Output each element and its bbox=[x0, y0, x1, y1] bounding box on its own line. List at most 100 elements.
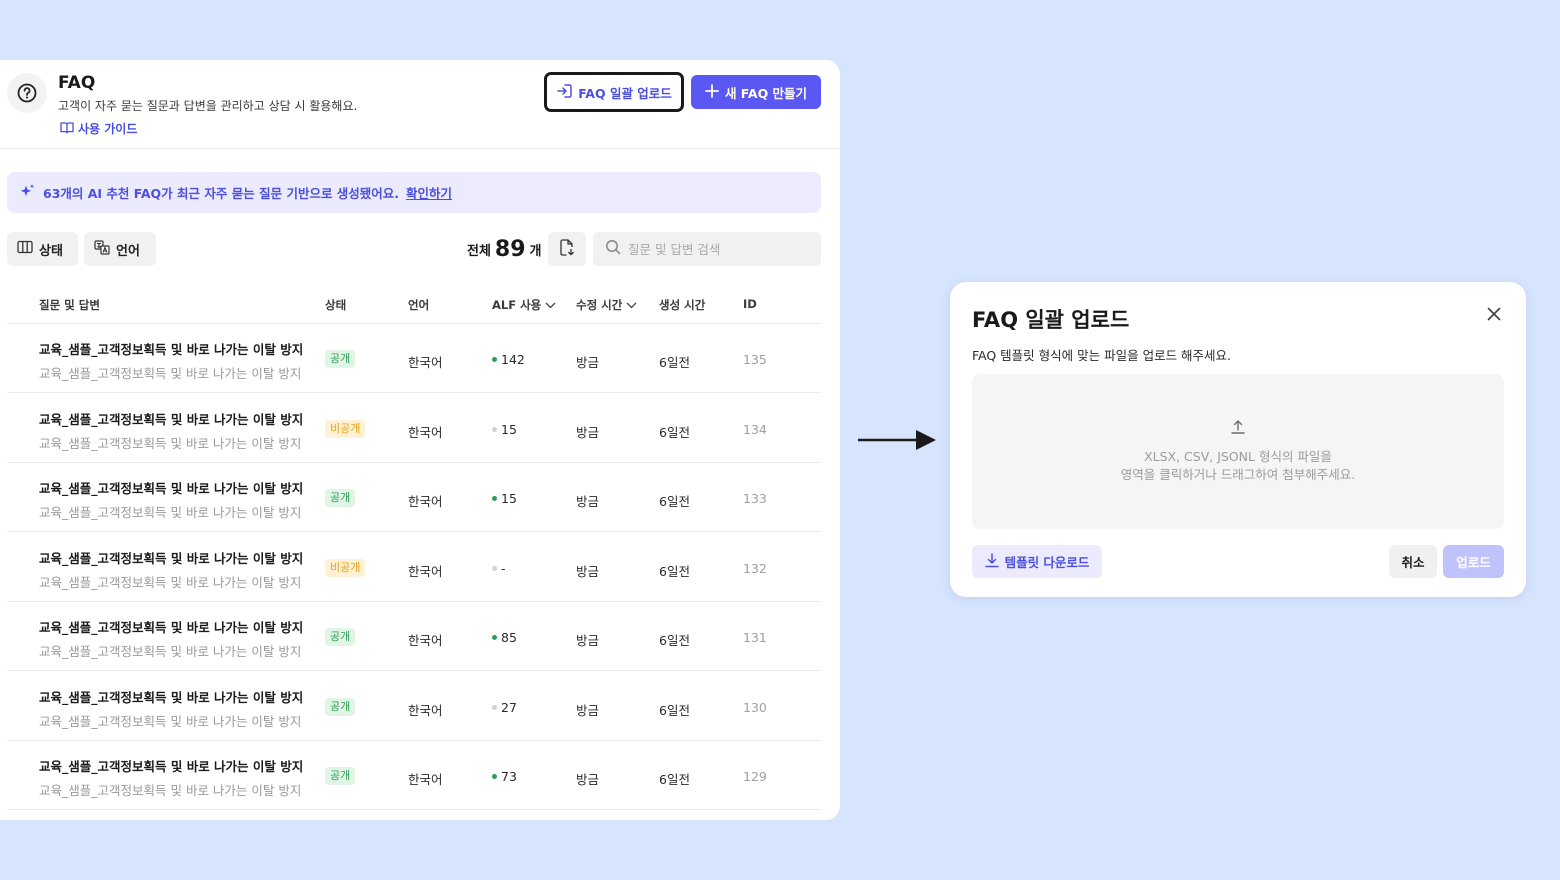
alf-status-dot bbox=[492, 496, 497, 501]
status-badge: 공개 bbox=[325, 767, 356, 785]
faq-id: 135 bbox=[743, 352, 767, 367]
table-row[interactable]: 교육_샘플_고객정보획득 및 바로 나가는 이탈 방지교육_샘플_고객정보획득 … bbox=[7, 602, 821, 671]
alf-status-dot bbox=[492, 774, 497, 779]
faq-id: 134 bbox=[743, 421, 767, 437]
table-row[interactable]: 교육_샘플_고객정보획득 및 바로 나가는 이탈 방지 교육_샘플_고객정보획득 … bbox=[7, 463, 821, 532]
created-time: 6일전 bbox=[659, 424, 690, 440]
alf-usage-count: - bbox=[501, 560, 506, 576]
table-row[interactable]: 교육_샘플_고객정보획득 및 바로 나가는 이탈 방지교육_샘플_고객정보획득 … bbox=[7, 324, 821, 393]
language-filter-button[interactable]: 언어 bbox=[84, 232, 156, 266]
search-icon bbox=[605, 239, 621, 259]
translate-icon bbox=[94, 239, 110, 259]
faq-question: 교육_샘플_고객정보획득 및 바로 나가는 이탈 방지 bbox=[39, 411, 304, 427]
created-time: 6일전 bbox=[659, 772, 690, 787]
status-filter-button[interactable]: 상태 bbox=[7, 232, 78, 266]
faq-language: 한국어 bbox=[408, 772, 443, 787]
modified-time: 방금 bbox=[576, 772, 600, 787]
search-input[interactable] bbox=[628, 241, 808, 257]
upload-button[interactable]: 업로드 bbox=[1443, 545, 1504, 578]
usage-guide-link[interactable]: 사용 가이드 bbox=[60, 120, 137, 137]
column-qa: 질문 및 답변 bbox=[39, 298, 100, 312]
alf-usage: 85 bbox=[492, 630, 517, 645]
page-description: 고객이 자주 묻는 질문과 답변을 관리하고 상담 시 활용해요. bbox=[58, 99, 358, 113]
total-number: 89 bbox=[494, 236, 526, 262]
ai-banner-confirm-link[interactable]: 확인하기 bbox=[406, 183, 452, 202]
alf-status-dot bbox=[492, 565, 497, 571]
file-export-icon bbox=[559, 238, 575, 260]
total-count: 전체 89 개 bbox=[467, 232, 542, 266]
created-time: 6일전 bbox=[659, 563, 690, 579]
book-icon bbox=[60, 121, 74, 137]
faq-question: 교육_샘플_고객정보획득 및 바로 나가는 이탈 방지 bbox=[39, 550, 304, 566]
upload-icon bbox=[1230, 419, 1246, 439]
modified-time: 방금 bbox=[576, 702, 600, 718]
faq-question: 교육_샘플_고객정보획득 및 바로 나가는 이탈 방지 bbox=[39, 689, 304, 705]
faq-answer: 교육_샘플_고객정보획득 및 바로 나가는 이탈 방지 bbox=[39, 366, 302, 381]
faq-id: 130 bbox=[743, 699, 767, 715]
faq-answer: 교육_샘플_고객정보획득 및 바로 나가는 이탈 방지 bbox=[39, 505, 302, 520]
faq-search[interactable] bbox=[593, 232, 821, 266]
faq-answer: 교육_샘플_고객정보획득 및 바로 나가는 이탈 방지 bbox=[39, 574, 302, 590]
ai-recommendation-banner: 63개의 AI 추천 FAQ가 최근 자주 묻는 질문 기반으로 생성됐어요. … bbox=[7, 172, 821, 213]
dropzone-line-2: 영역을 클릭하거나 드래그하여 첨부해주세요. bbox=[1120, 467, 1356, 482]
column-language: 언어 bbox=[408, 298, 430, 312]
table-row[interactable]: 교육_샘플_고객정보획득 및 바로 나가는 이탈 방지 교육_샘플_고객정보획득 … bbox=[7, 741, 821, 810]
alf-usage-count: 85 bbox=[501, 630, 517, 645]
status-badge: 공개 bbox=[325, 697, 356, 716]
status-badge: 공개 bbox=[325, 628, 356, 646]
template-download-button[interactable]: 템플릿 다운로드 bbox=[972, 545, 1102, 578]
alf-usage-count: 27 bbox=[501, 699, 517, 715]
table-row[interactable]: 교육_샘플_고객정보획득 및 바로 나가는 이탈 방지교육_샘플_고객정보획득 … bbox=[7, 672, 821, 741]
alf-status-dot bbox=[492, 357, 497, 362]
total-unit: 개 bbox=[529, 243, 542, 259]
download-icon bbox=[984, 552, 999, 571]
column-modified-sort[interactable]: 수정 시간 bbox=[576, 297, 637, 313]
table-row[interactable]: 교육_샘플_고객정보획득 및 바로 나가는 이탈 방지 교육_샘플_고객정보획득 … bbox=[7, 394, 821, 463]
sign-in-icon bbox=[556, 83, 573, 102]
table-row[interactable]: 교육_샘플_고객정보획득 및 바로 나가는 이탈 방지교육_샘플_고객정보획득 … bbox=[7, 533, 821, 602]
template-download-label: 템플릿 다운로드 bbox=[1004, 555, 1090, 570]
faq-id: 133 bbox=[743, 491, 767, 506]
alf-usage-count: 15 bbox=[501, 421, 517, 437]
faq-answer: 교육_샘플_고객정보획득 및 바로 나가는 이탈 방지 bbox=[39, 644, 302, 659]
faq-id: 129 bbox=[743, 769, 767, 784]
new-faq-button[interactable]: 새 FAQ 만들기 bbox=[691, 75, 821, 109]
created-time: 6일전 bbox=[659, 355, 690, 370]
faq-id: 132 bbox=[743, 560, 767, 576]
file-dropzone[interactable]: XLSX, CSV, JSONL 형식의 파일을 영역을 클릭하거나 드래그하여… bbox=[972, 374, 1504, 529]
column-alf-sort[interactable]: ALF 사용 bbox=[492, 297, 556, 313]
modified-time: 방금 bbox=[576, 563, 600, 579]
alf-status-dot bbox=[492, 426, 497, 432]
faq-language: 한국어 bbox=[408, 702, 443, 718]
alf-status-dot bbox=[492, 635, 497, 640]
export-file-button[interactable] bbox=[548, 232, 586, 266]
modified-time: 방금 bbox=[576, 633, 600, 648]
ai-banner-text: 63개의 AI 추천 FAQ가 최근 자주 묻는 질문 기반으로 생성됐어요. bbox=[43, 186, 400, 201]
faq-bulk-upload-label: FAQ 일괄 업로드 bbox=[578, 85, 672, 101]
arrow-right-icon bbox=[858, 428, 938, 456]
faq-bulk-upload-button[interactable]: FAQ 일괄 업로드 bbox=[544, 72, 684, 112]
status-badge: 비공개 bbox=[325, 558, 366, 577]
faq-language: 한국어 bbox=[408, 424, 443, 440]
faq-question: 교육_샘플_고객정보획득 및 바로 나가는 이탈 방지 bbox=[39, 342, 304, 357]
column-alf: ALF 사용 bbox=[492, 298, 542, 312]
cancel-button[interactable]: 취소 bbox=[1389, 545, 1437, 578]
column-modified: 수정 시간 bbox=[576, 298, 623, 312]
question-circle-icon bbox=[7, 73, 47, 113]
alf-usage: 142 bbox=[492, 352, 525, 367]
faq-answer: 교육_샘플_고객정보획득 및 바로 나가는 이탈 방지 bbox=[39, 713, 302, 729]
alf-usage-count: 15 bbox=[501, 491, 517, 506]
faq-question: 교육_샘플_고객정보획득 및 바로 나가는 이탈 방지 bbox=[39, 620, 304, 635]
sparkle-icon bbox=[19, 183, 36, 203]
faq-panel: FAQ 고객이 자주 묻는 질문과 답변을 관리하고 상담 시 활용해요. 사용… bbox=[0, 60, 840, 820]
chevron-down-icon bbox=[545, 298, 556, 312]
new-faq-label: 새 FAQ 만들기 bbox=[724, 85, 808, 101]
alf-usage: 15 bbox=[492, 422, 517, 437]
alf-usage: 73 bbox=[492, 769, 517, 784]
faq-language: 한국어 bbox=[408, 563, 443, 579]
column-status: 상태 bbox=[325, 298, 347, 312]
total-label: 전체 bbox=[467, 243, 491, 259]
alf-usage: 27 bbox=[492, 700, 517, 715]
status-badge: 비공개 bbox=[325, 419, 366, 438]
close-icon[interactable] bbox=[1485, 305, 1503, 323]
